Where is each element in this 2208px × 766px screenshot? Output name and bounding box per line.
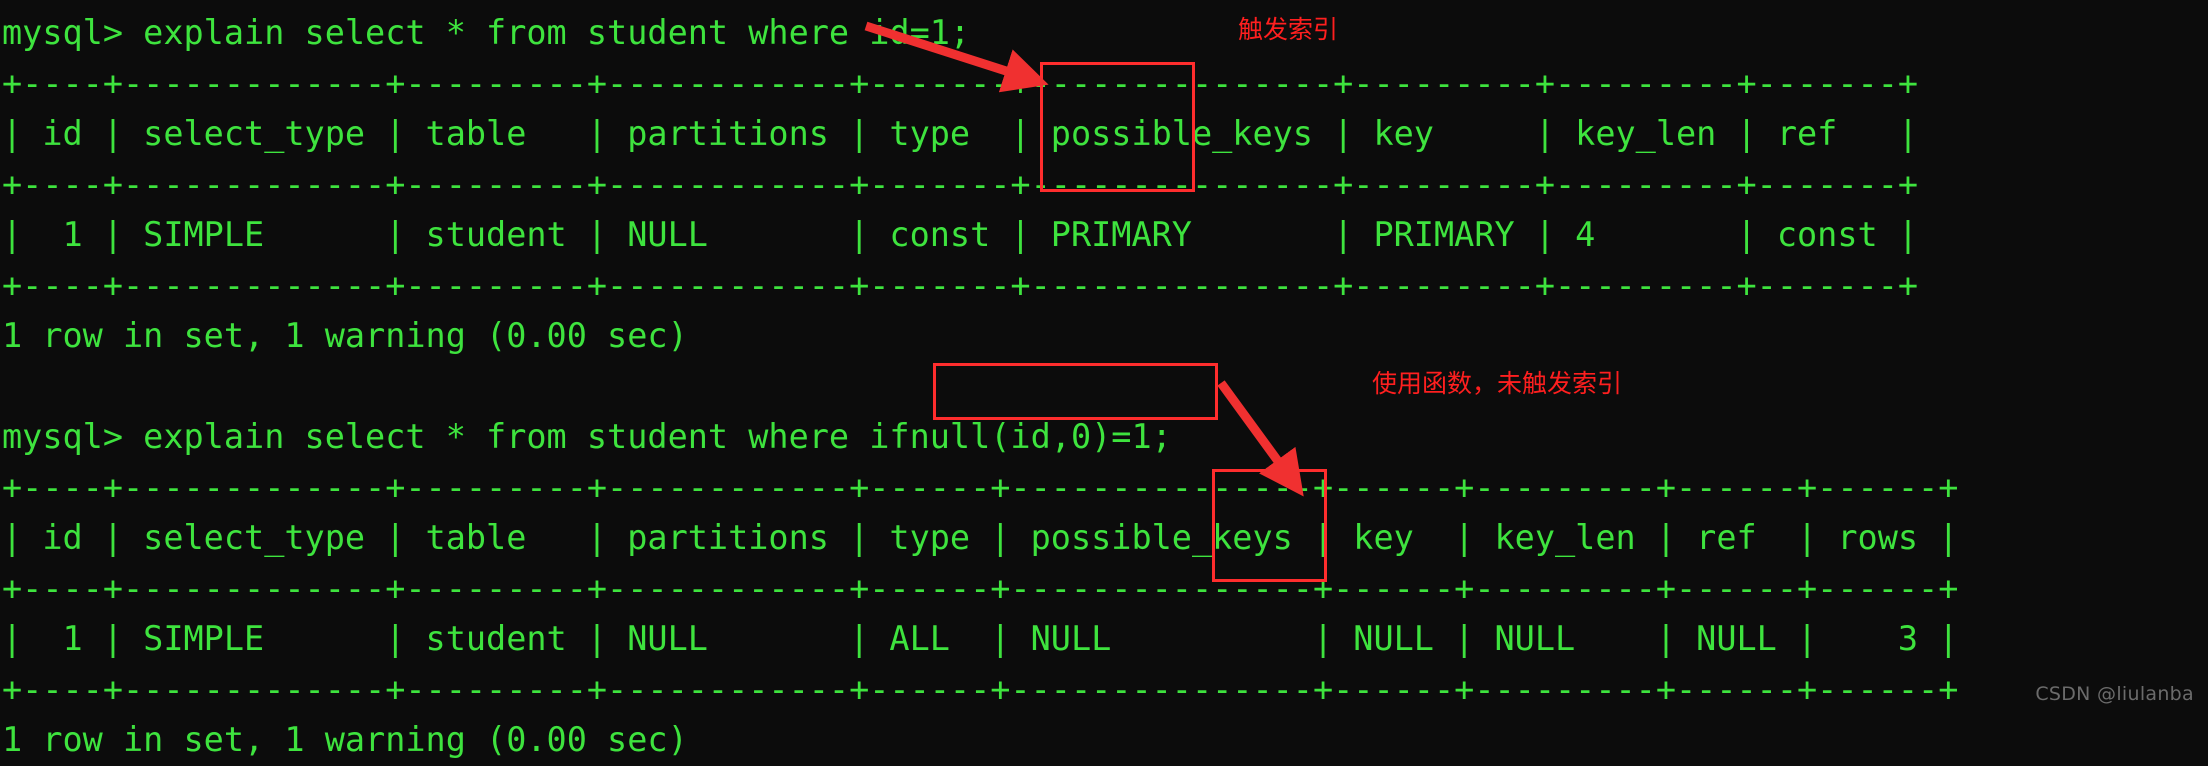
annotation-label-function-no-index: 使用函数，未触发索引 [1372,369,1623,398]
terminal-line-rule-1c: +----+-------------+---------+----------… [2,265,1919,305]
terminal-line-prompt-1: mysql> explain select * from student whe… [2,13,971,52]
terminal-line-status-2: 1 row in set, 1 warning (0.00 sec) [2,720,688,759]
watermark: CSDN @liulanba [2035,683,2194,705]
terminal-output: mysql> explain select * from student whe… [0,0,2208,766]
annotation-label-trigger-index: 触发索引 [1238,15,1339,44]
terminal-line-header-2: | id | select_type | table | partitions … [2,518,1959,557]
terminal-line-status-1: 1 row in set, 1 warning (0.00 sec) [2,316,688,355]
terminal-line-rule-1b: +----+-------------+---------+----------… [2,164,1919,204]
terminal-line-prompt-2: mysql> explain select * from student whe… [2,417,1172,456]
terminal-window: mysql> explain select * from student whe… [0,0,2208,759]
terminal-line-rule-2b: +----+-------------+---------+----------… [2,568,1959,608]
terminal-line-rule-1a: +----+-------------+---------+----------… [2,63,1919,103]
terminal-line-rule-2a: +----+-------------+---------+----------… [2,467,1959,507]
terminal-line-row-1: | 1 | SIMPLE | student | NULL | const | … [2,215,1919,254]
terminal-line-header-1: | id | select_type | table | partitions … [2,114,1919,153]
terminal-line-rule-2c: +----+-------------+---------+----------… [2,669,1959,709]
terminal-line-row-2: | 1 | SIMPLE | student | NULL | ALL | NU… [2,619,1959,658]
